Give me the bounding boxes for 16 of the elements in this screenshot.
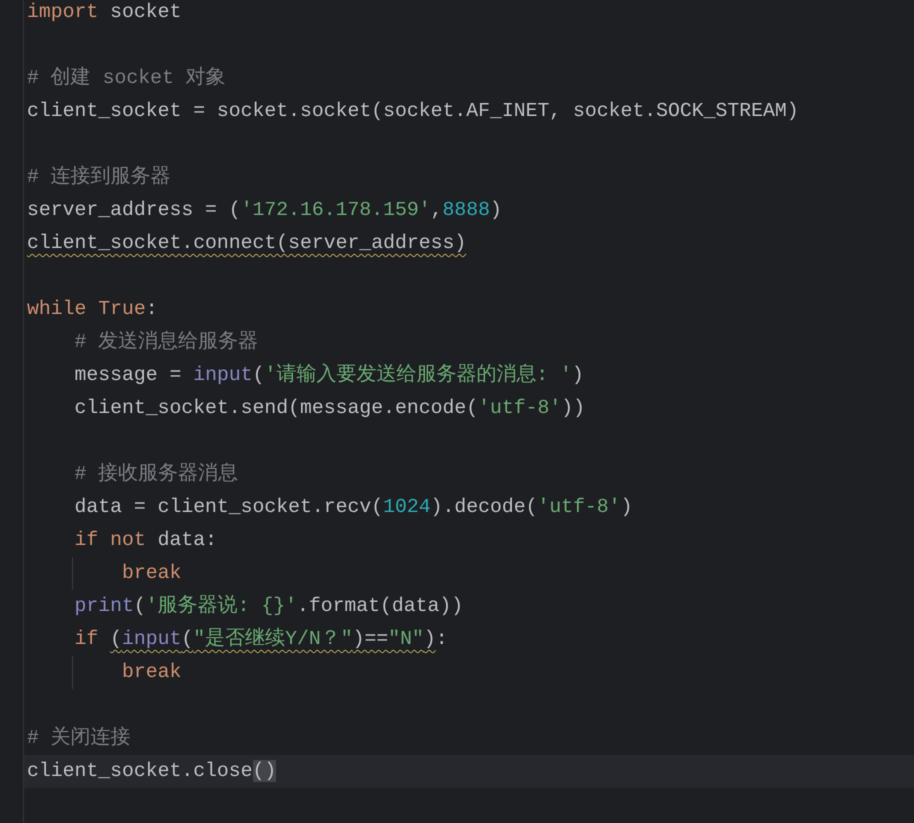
code-line: server_address = ('172.16.178.159',8888) bbox=[26, 198, 503, 223]
code-line: client_socket.send(message.encode('utf-8')) bbox=[73, 396, 586, 421]
code-line: data = client_socket.recv(1024).decode('utf-8') bbox=[73, 495, 634, 520]
code-line: # 关闭连接 bbox=[26, 725, 132, 751]
code-line: # 创建 socket 对象 bbox=[26, 66, 227, 91]
code-line: # 发送消息给服务器 bbox=[73, 330, 260, 355]
code-line: while True: bbox=[26, 297, 159, 322]
code-line: message = input('请输入要发送给服务器的消息: ') bbox=[73, 362, 585, 388]
code-line: if not data: bbox=[73, 528, 218, 553]
code-line: import socket bbox=[26, 0, 182, 25]
code-line: if (input("是否继续Y/N？")=="N"): bbox=[73, 626, 449, 652]
code-line: client_socket.connect(server_address) bbox=[26, 231, 468, 256]
code-line: client_socket = socket.socket(socket.AF_INET, socket.SOCK_STREAM) bbox=[26, 99, 800, 124]
code-line: # 连接到服务器 bbox=[26, 164, 172, 190]
code-line: # 接收服务器消息 bbox=[73, 461, 240, 487]
code-line: print('服务器说: {}'.format(data)) bbox=[73, 594, 464, 619]
